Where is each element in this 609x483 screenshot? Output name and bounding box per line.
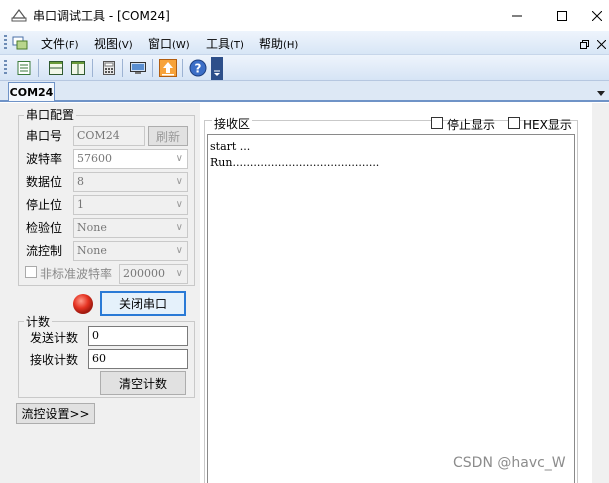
menu-view[interactable]: 视图(V)	[94, 35, 133, 52]
new-window-icon[interactable]	[14, 58, 34, 78]
menu-help[interactable]: 帮助(H)	[259, 35, 298, 52]
menu-window[interactable]: 窗口(W)	[148, 35, 190, 52]
chevron-down-icon: ∨	[175, 222, 183, 233]
close-icon[interactable]	[596, 38, 607, 52]
baud-value: 57600	[77, 152, 112, 165]
sent-count-field: 0	[88, 326, 188, 346]
flow-settings-button[interactable]: 流控设置>>	[16, 403, 95, 424]
monitor-icon[interactable]	[128, 58, 148, 78]
flow-select[interactable]: None ∨	[73, 241, 188, 261]
mdi-child-icon[interactable]	[12, 35, 28, 54]
svg-text:?: ?	[195, 62, 202, 76]
right-panel-edge	[592, 103, 609, 483]
toggle-port-button[interactable]: 关闭串口	[100, 291, 186, 316]
refresh-button[interactable]: 刷新	[148, 126, 188, 146]
sent-count-label: 发送计数	[30, 331, 79, 345]
watermark-text: CSDN @havc_W	[453, 455, 566, 471]
menu-bar: 文件(F) 视图(V) 窗口(W) 工具(T) 帮助(H)	[0, 31, 609, 55]
receive-textarea[interactable]: start ... Run...........................…	[207, 134, 575, 483]
baud-label: 波特率	[26, 152, 63, 166]
toolbar-separator	[92, 59, 93, 77]
stopbits-value: 1	[77, 198, 84, 211]
nonstd-baud-label: 非标准波特率	[40, 267, 113, 281]
chevron-down-icon: ∨	[175, 245, 183, 256]
parity-select[interactable]: None ∨	[73, 218, 188, 238]
customize-icon[interactable]	[211, 57, 223, 80]
stopbits-select[interactable]: 1 ∨	[73, 195, 188, 215]
flow-value: None	[77, 244, 107, 257]
toolbar-separator	[182, 59, 183, 77]
parity-label: 检验位	[26, 221, 63, 235]
stop-display-checkbox[interactable]	[431, 117, 443, 129]
clear-count-button[interactable]: 清空计数	[100, 371, 186, 395]
databits-select[interactable]: 8 ∨	[73, 172, 188, 192]
counter-title: 计数	[24, 313, 53, 330]
maximize-icon[interactable]	[539, 0, 585, 31]
hex-display-label: HEX显示	[523, 118, 572, 132]
serial-config-title: 串口配置	[24, 106, 77, 123]
tab-list-chevron-icon[interactable]	[596, 87, 606, 101]
title-bar: 串口调试工具 - [COM24]	[0, 0, 609, 31]
nonstd-baud-checkbox[interactable]	[25, 266, 37, 278]
port-value: COM24	[77, 129, 120, 142]
toggle-port-label: 关闭串口	[118, 297, 167, 311]
databits-label: 数据位	[26, 175, 63, 189]
nonstd-baud-value: 200000	[123, 267, 165, 280]
minimize-icon[interactable]	[494, 0, 540, 31]
baud-select[interactable]: 57600 ∨	[73, 149, 188, 169]
refresh-label: 刷新	[155, 129, 180, 144]
toolbar-grip[interactable]	[4, 60, 7, 76]
clear-count-label: 清空计数	[118, 376, 167, 391]
tab-label: COM24	[9, 85, 54, 99]
toolbar-separator	[152, 59, 153, 77]
toolbar-separator	[122, 59, 123, 77]
upload-icon[interactable]	[158, 58, 178, 78]
recv-count-field: 60	[88, 349, 188, 369]
flow-label: 流控制	[26, 244, 63, 258]
chevron-down-icon: ∨	[175, 268, 183, 279]
close-icon[interactable]	[584, 0, 609, 31]
recv-count-value: 60	[92, 352, 106, 365]
stopbits-label: 停止位	[26, 198, 63, 212]
tab-com24[interactable]: COM24	[8, 82, 55, 101]
toolbar-separator	[38, 59, 39, 77]
recv-count-label: 接收计数	[30, 353, 79, 367]
flow-settings-label: 流控设置>>	[21, 407, 90, 421]
receive-title: 接收区	[212, 115, 253, 132]
menu-file[interactable]: 文件(F)	[41, 35, 79, 52]
help-icon[interactable]: ?	[188, 58, 208, 78]
window-title: 串口调试工具 - [COM24]	[33, 9, 170, 23]
serial-app-icon	[11, 8, 27, 22]
sent-count-value: 0	[92, 329, 99, 342]
restore-icon[interactable]	[580, 38, 589, 52]
parity-value: None	[77, 221, 107, 234]
menu-tools[interactable]: 工具(T)	[206, 35, 244, 52]
split-vertical-icon[interactable]	[68, 58, 88, 78]
nonstd-baud-select[interactable]: 200000 ∨	[119, 264, 188, 284]
databits-value: 8	[77, 175, 84, 188]
hex-display-checkbox[interactable]	[508, 117, 520, 129]
chevron-down-icon: ∨	[175, 153, 183, 164]
tab-strip	[0, 81, 609, 102]
calculator-icon[interactable]	[99, 58, 119, 78]
menu-grip[interactable]	[4, 35, 7, 51]
split-horizontal-icon[interactable]	[46, 58, 66, 78]
chevron-down-icon: ∨	[175, 176, 183, 187]
stop-display-label: 停止显示	[447, 118, 496, 132]
chevron-down-icon: ∨	[175, 199, 183, 210]
port-label: 串口号	[26, 129, 63, 143]
toolbar: ?	[0, 55, 609, 81]
port-status-led-icon	[72, 293, 94, 318]
port-select[interactable]: COM24	[73, 126, 145, 146]
